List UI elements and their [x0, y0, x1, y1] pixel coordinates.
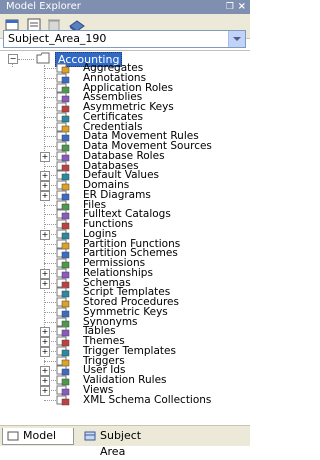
- subject-area-value: Subject_Area_190: [8, 32, 107, 45]
- tree-guide-h: [44, 263, 56, 264]
- tree-node-expander[interactable]: +: [40, 385, 50, 396]
- tree-node-label: XML Schema Collections: [83, 393, 212, 406]
- tab-model-label: Model: [23, 429, 57, 442]
- tree-guide-h: [44, 224, 56, 225]
- tree-guide-h: [44, 77, 56, 79]
- tab-subject-area-label: Subject Area: [100, 429, 142, 458]
- tree-guide-h: [44, 253, 56, 255]
- tree-guide-h: [44, 107, 56, 108]
- tab-subject-area[interactable]: Subject Area: [80, 428, 168, 458]
- tree-node-expander[interactable]: +: [40, 327, 50, 338]
- tree-guide-h: [44, 126, 56, 128]
- tree-guide-h: [44, 214, 56, 216]
- tree-guide-h: [44, 360, 56, 362]
- xml-icon: [56, 395, 70, 405]
- subject-area-tab-icon: [84, 431, 96, 441]
- root-expander[interactable]: −: [8, 54, 18, 64]
- tree-node-expander[interactable]: +: [40, 376, 50, 386]
- model-tree: − Accounting Aggregates Annotations Applic…: [0, 50, 250, 423]
- tree-guide-h: [44, 399, 56, 401]
- tree-node-expander[interactable]: +: [40, 346, 50, 357]
- subject-area-dropdown[interactable]: Subject_Area_190: [3, 30, 246, 48]
- root-folder-icon: [36, 52, 50, 64]
- panel-title: Model Explorer: [6, 1, 81, 12]
- tree-node-expander[interactable]: +: [40, 181, 50, 191]
- tree-guide-root-h: [18, 59, 34, 60]
- tree-node-expander[interactable]: +: [40, 229, 50, 240]
- pin-icon[interactable]: ❐: [226, 0, 234, 14]
- tree-node-expander[interactable]: +: [40, 366, 50, 377]
- tree-node-expander[interactable]: +: [40, 171, 50, 182]
- tree-node-expander[interactable]: +: [40, 151, 50, 162]
- tree-node-expander[interactable]: +: [40, 268, 50, 279]
- tree-guide-h: [44, 204, 56, 206]
- close-icon[interactable]: ×: [238, 0, 246, 14]
- tree-node-xml-schema-collections[interactable]: XML Schema Collections: [56, 393, 250, 406]
- chevron-down-icon[interactable]: [228, 31, 245, 47]
- tree-guide-h: [44, 97, 56, 99]
- tree-guide-h: [44, 311, 56, 313]
- tree-guide-h: [44, 136, 56, 138]
- tree-guide-h: [44, 302, 56, 303]
- tree-node-expander[interactable]: +: [40, 278, 50, 289]
- panel-title-bar: Model Explorer ❐ ×: [0, 0, 250, 14]
- tree-guide-h: [44, 292, 56, 294]
- tab-model[interactable]: Model: [2, 428, 74, 445]
- tree-guide-h: [44, 116, 56, 118]
- tree-guide-h: [44, 165, 56, 167]
- tree-guide-h: [44, 321, 56, 323]
- tree-guide-h: [44, 87, 56, 89]
- model-tab-icon: [7, 431, 19, 441]
- tree-guide-h: [44, 68, 56, 69]
- tree-guide-h: [44, 146, 56, 147]
- tree-guide-h: [44, 243, 56, 245]
- tree-node-expander[interactable]: +: [40, 190, 50, 201]
- panel-tabs: Model Subject Area: [0, 425, 250, 458]
- tree-node-expander[interactable]: +: [40, 337, 50, 347]
